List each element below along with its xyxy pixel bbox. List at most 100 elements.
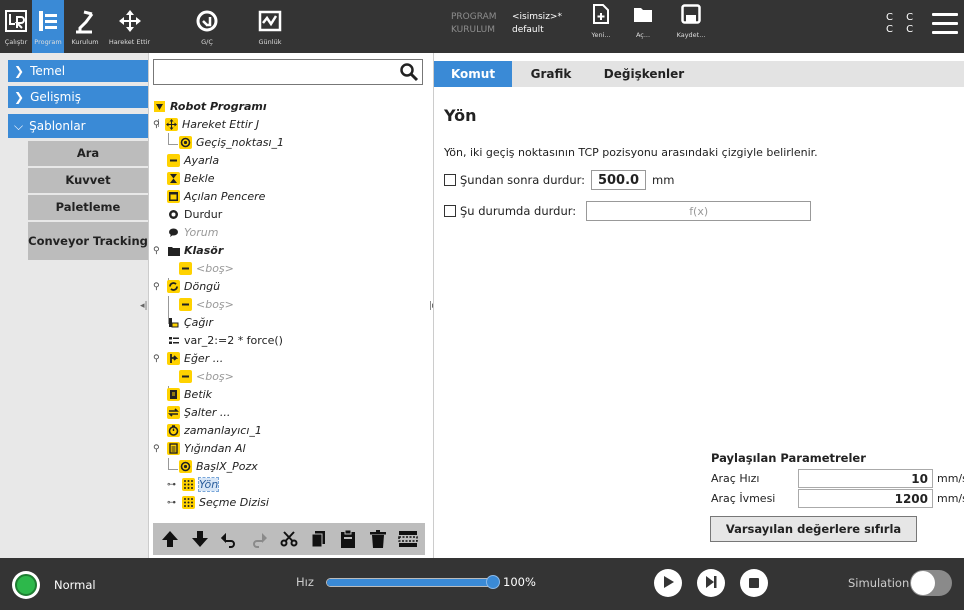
template-search[interactable]: Ara	[28, 141, 148, 166]
speed-label: Hız	[296, 575, 314, 589]
cut-icon[interactable]	[278, 528, 300, 550]
play-button[interactable]	[654, 569, 682, 597]
copy-icon[interactable]	[308, 528, 330, 550]
stop-icon	[748, 574, 760, 593]
tree-row-timer[interactable]: zamanlayıcı_1	[167, 421, 262, 439]
tree-row-label: Betik	[184, 387, 213, 401]
delete-icon[interactable]	[367, 528, 389, 550]
wait-icon	[167, 171, 180, 185]
redo-icon[interactable]	[248, 528, 270, 550]
tree-row-label: Açılan Pencere	[184, 189, 266, 203]
tab-command[interactable]: Komut	[434, 61, 512, 87]
log-icon	[258, 6, 282, 36]
robot-status-indicator-icon[interactable]	[12, 571, 40, 599]
tree-row-waypoint-1[interactable]: Geçiş_noktası_1	[179, 133, 284, 151]
expand-toggle-icon[interactable]: ⊶	[167, 480, 176, 490]
collapse-toggle-icon[interactable]: ⚲	[153, 282, 160, 292]
tree-row-robot-program[interactable]: Robot Programı	[153, 97, 267, 115]
nav-move-button[interactable]: Hareket Ettir	[107, 0, 152, 53]
stop-after-distance-input[interactable]: 500.0	[591, 170, 647, 190]
switch-icon	[167, 405, 180, 419]
step-button[interactable]	[697, 569, 725, 597]
tree-row-empty[interactable]: <boş>	[179, 259, 234, 277]
stop-after-checkbox[interactable]	[444, 174, 456, 186]
move-icon	[165, 117, 178, 131]
nav-installation-label: Kurulum	[71, 38, 99, 46]
tree-row-empty[interactable]: <boş>	[179, 367, 234, 385]
tree-row-halt[interactable]: Durdur	[167, 205, 222, 223]
collapse-toggle-icon[interactable]: ⚲	[153, 246, 160, 256]
tree-row-comment[interactable]: Yorum	[167, 223, 218, 241]
tree-row-loop[interactable]: Döngü	[167, 277, 220, 295]
paste-icon[interactable]	[337, 528, 359, 550]
undo-icon[interactable]	[218, 528, 240, 550]
suppress-icon[interactable]	[397, 528, 419, 550]
program-icon	[36, 6, 60, 36]
triangle-down-icon	[153, 100, 166, 113]
tree-row-if[interactable]: Eğer ...	[167, 349, 223, 367]
comment-icon	[167, 226, 180, 239]
nav-log-button[interactable]: Günlük	[254, 0, 286, 53]
tree-row-popup[interactable]: Açılan Pencere	[167, 187, 265, 205]
shared-parameters: Paylaşılan Parametreler Araç Hızı 10 mm/…	[711, 451, 964, 508]
tree-row-label: Yığından Al	[184, 441, 246, 455]
nav-io-button[interactable]: G/Ç	[191, 0, 223, 53]
nav-run-button[interactable]: Çalıştır	[0, 0, 32, 53]
tool-speed-input[interactable]: 10	[798, 468, 933, 488]
save-file-label: Kaydet...	[676, 31, 706, 39]
simulation-toggle[interactable]	[910, 570, 952, 596]
template-conveyor-tracking[interactable]: Conveyor Tracking	[28, 222, 148, 260]
tree-search-input[interactable]	[153, 59, 423, 85]
tree-row-direction[interactable]: Yön	[182, 475, 220, 493]
tree-row-wait[interactable]: Bekle	[167, 169, 215, 187]
hamburger-menu-icon[interactable]	[932, 13, 958, 35]
tree-row-call[interactable]: Çağır	[167, 313, 213, 331]
left-panel-collapse-handle[interactable]: ◂|	[140, 301, 148, 311]
tab-graphics[interactable]: Grafik	[512, 61, 590, 87]
search-icon[interactable]	[399, 62, 419, 86]
open-file-label: Aç...	[635, 31, 651, 39]
stop-when-checkbox[interactable]	[444, 205, 456, 217]
popup-icon	[167, 189, 180, 203]
new-file-button[interactable]: Yeni...	[579, 4, 623, 39]
nav-section-templates[interactable]: ⌵ Şablonlar	[8, 114, 148, 138]
call-icon	[167, 316, 180, 329]
nav-section-basic[interactable]: ❯ Temel	[8, 60, 148, 82]
tree-row-assignment[interactable]: var_2:=2 * force()	[167, 331, 283, 349]
move-up-icon[interactable]	[159, 528, 181, 550]
nav-program-button[interactable]: Program	[32, 0, 64, 53]
tree-row-destack[interactable]: Yığından Al	[167, 439, 246, 457]
waypoint-icon	[179, 459, 192, 473]
collapse-toggle-icon[interactable]: ⚲	[153, 120, 160, 130]
folder-icon	[633, 4, 653, 28]
tool-acceleration-input[interactable]: 1200	[798, 488, 933, 508]
save-file-button[interactable]: Kaydet...	[669, 4, 713, 39]
move-down-icon[interactable]	[189, 528, 211, 550]
tree-row-move-j[interactable]: Hareket Ettir J	[165, 115, 259, 133]
template-palletizing[interactable]: Paletleme	[28, 195, 148, 220]
timer-icon	[167, 423, 180, 437]
installation-key: KURULUM	[451, 25, 496, 35]
collapse-toggle-icon[interactable]: ⚲	[153, 354, 160, 364]
nav-section-advanced[interactable]: ❯ Gelişmiş	[8, 86, 148, 108]
stop-when-expression-input[interactable]: f(x)	[586, 201, 812, 221]
left-navigation: ❯ Temel ❯ Gelişmiş ⌵ Şablonlar Ara Kuvve…	[0, 53, 148, 558]
tree-row-folder[interactable]: Klasör	[167, 241, 223, 259]
tab-variables[interactable]: Değişkenler	[590, 61, 698, 87]
tree-row-script[interactable]: Betik	[167, 385, 212, 403]
tree-row-switch[interactable]: Şalter ...	[167, 403, 230, 421]
tree-row-pick-sequence[interactable]: Seçme Dizisi	[182, 493, 269, 511]
reset-defaults-button[interactable]: Varsayılan değerlere sıfırla	[710, 516, 917, 542]
tree-row-start-pos[interactable]: BaşlX_Pozx	[179, 457, 258, 475]
stop-button[interactable]	[740, 569, 768, 597]
tree-row-label: Geçiş_noktası_1	[196, 135, 285, 149]
nav-installation-button[interactable]: Kurulum	[64, 0, 106, 53]
open-file-button[interactable]: Aç...	[621, 4, 665, 39]
speed-slider-handle[interactable]	[486, 575, 500, 589]
template-force[interactable]: Kuvvet	[28, 168, 148, 193]
tree-row-empty[interactable]: <boş>	[179, 295, 234, 313]
expand-toggle-icon[interactable]: ⊶	[167, 498, 176, 508]
tree-row-set[interactable]: Ayarla	[167, 151, 219, 169]
speed-slider[interactable]	[326, 575, 500, 589]
collapse-toggle-icon[interactable]: ⚲	[153, 444, 160, 454]
